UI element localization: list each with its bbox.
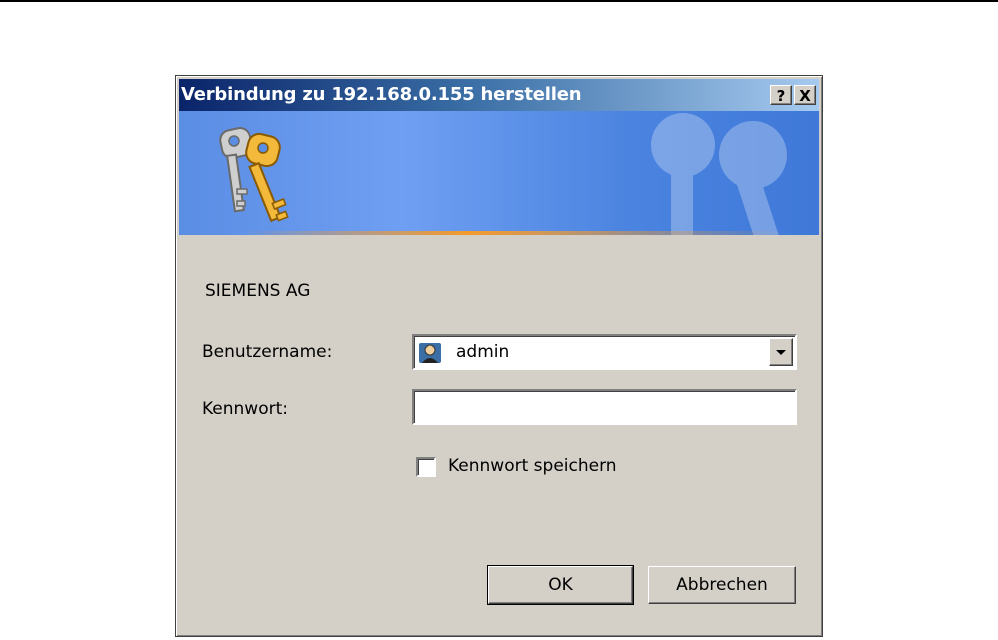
banner-accent-line — [179, 231, 819, 235]
chevron-down-icon[interactable] — [769, 338, 793, 366]
dialog-title: Verbindung zu 192.168.0.155 herstellen — [181, 84, 582, 105]
remember-password-label[interactable]: Kennwort speichern — [448, 456, 617, 476]
remember-password-checkbox[interactable] — [416, 457, 436, 477]
username-combobox[interactable]: admin — [412, 334, 797, 370]
ok-button[interactable]: OK — [488, 566, 633, 604]
password-field[interactable] — [412, 389, 797, 425]
username-label: Benutzername: — [202, 342, 333, 362]
user-icon — [419, 343, 441, 363]
top-rule — [0, 0, 998, 2]
banner — [179, 111, 819, 235]
banner-background-keys-icon — [651, 113, 787, 235]
help-button[interactable]: ? — [770, 85, 792, 105]
login-dialog: Verbindung zu 192.168.0.155 herstellen ?… — [175, 75, 823, 637]
password-label: Kennwort: — [202, 399, 288, 419]
title-bar[interactable]: Verbindung zu 192.168.0.155 herstellen ?… — [179, 79, 819, 111]
realm-label: SIEMENS AG — [205, 281, 311, 301]
username-value: admin — [456, 342, 510, 362]
keys-icon — [219, 127, 289, 223]
close-button[interactable]: X — [794, 85, 816, 105]
cancel-button[interactable]: Abbrechen — [648, 566, 796, 604]
